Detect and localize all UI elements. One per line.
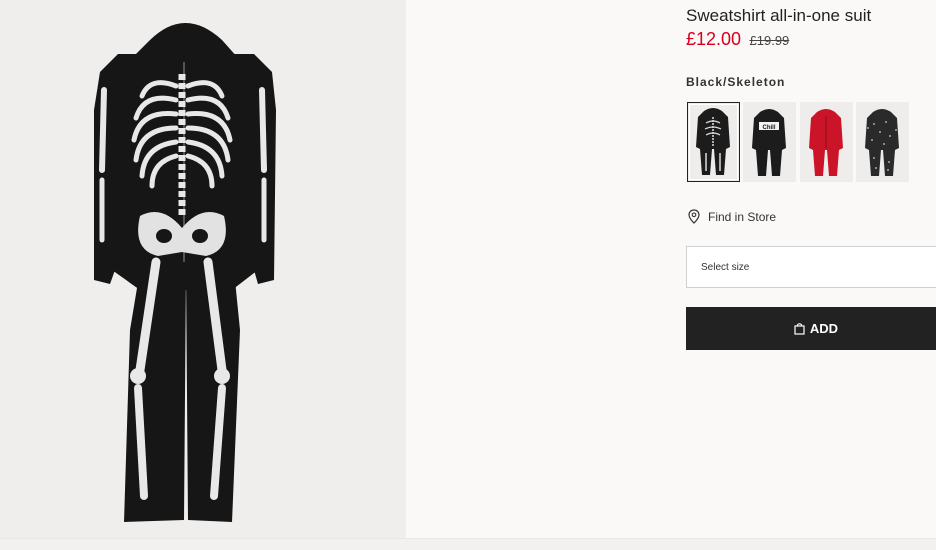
- color-swatches: Chill: [686, 102, 936, 184]
- add-to-bag-button[interactable]: ADD: [686, 307, 936, 350]
- onesie-thumbnail-icon: [865, 109, 899, 176]
- swatch-dark-grey-print[interactable]: [856, 102, 909, 182]
- onesie-thumbnail-icon: [696, 108, 730, 175]
- price-row: £12.00 £19.99: [686, 29, 789, 50]
- onesie-thumbnail-icon: Chill: [752, 109, 786, 176]
- selected-color-name: Black/Skeleton: [686, 75, 786, 89]
- map-pin-icon: [688, 209, 700, 224]
- footer-strip: [0, 538, 936, 550]
- original-price: £19.99: [749, 33, 790, 48]
- size-select[interactable]: Select size: [686, 246, 936, 288]
- size-select-placeholder: Select size: [701, 262, 750, 273]
- find-in-store-link[interactable]: Find in Store: [688, 209, 776, 224]
- add-button-label: ADD: [809, 321, 839, 336]
- swatch-black-print[interactable]: Chill: [743, 102, 796, 182]
- onesie-thumbnail-icon: [809, 109, 843, 176]
- find-in-store-label: Find in Store: [708, 209, 777, 224]
- product-image[interactable]: [0, 0, 406, 538]
- swatch-black-skeleton[interactable]: [687, 102, 740, 182]
- shopping-bag-icon: [794, 323, 805, 335]
- swatch-red[interactable]: [800, 102, 853, 182]
- sale-price: £12.00: [686, 29, 742, 49]
- product-title: Sweatshirt all-in-one suit: [686, 6, 872, 25]
- swatch-print-text: Chill: [763, 125, 776, 131]
- skeleton-onesie-image: [0, 0, 406, 538]
- product-page: Sweatshirt all-in-one suit £12.00 £19.99…: [0, 0, 936, 550]
